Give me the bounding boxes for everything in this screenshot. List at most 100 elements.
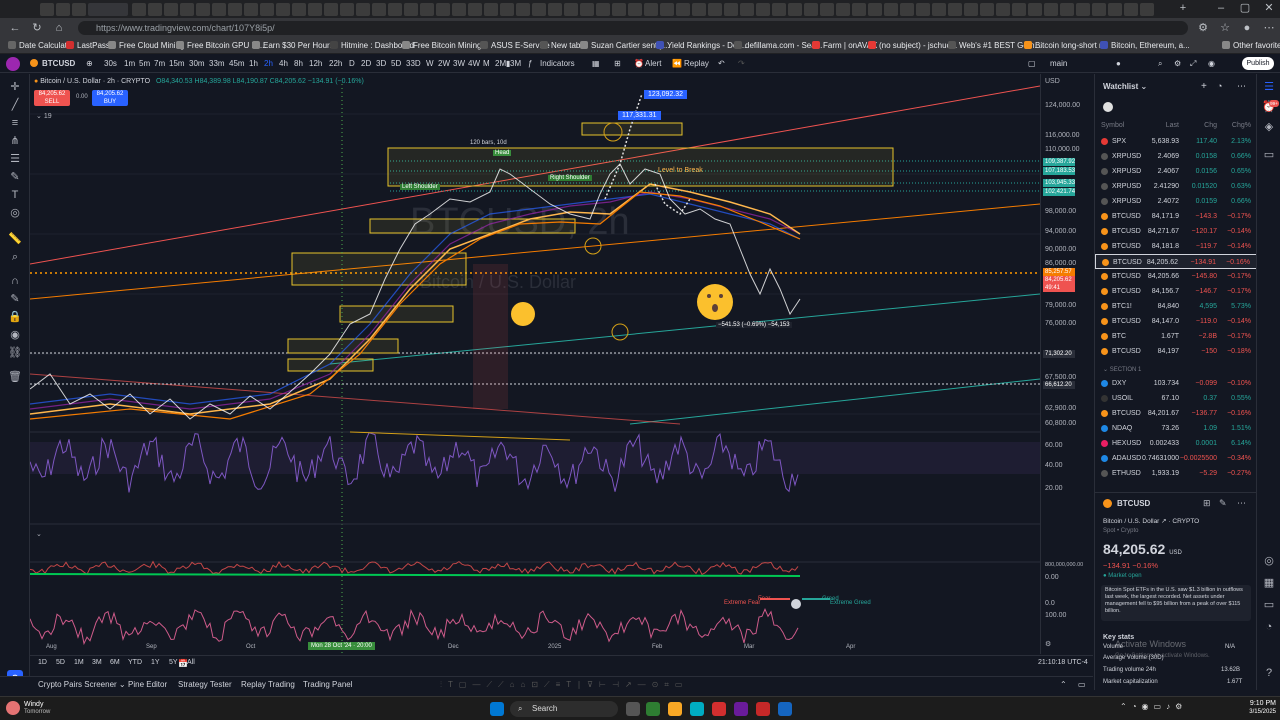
timeframe-4W[interactable]: 4W — [468, 58, 480, 70]
edge-icon[interactable] — [646, 702, 660, 716]
patterns-icon[interactable]: ◎ — [8, 206, 22, 220]
browser-tab[interactable] — [564, 3, 578, 16]
browser-tab[interactable] — [756, 3, 770, 16]
browser-tab[interactable] — [404, 3, 418, 16]
lock-drawing-icon[interactable]: ✎ — [8, 292, 22, 306]
magnet-icon[interactable]: ∩ — [8, 274, 22, 288]
col-symbol[interactable]: Symbol — [1101, 118, 1124, 133]
watchlist-section[interactable]: ⌄ SECTION 1 — [1103, 366, 1141, 373]
timeframe-5m[interactable]: 5m — [139, 58, 150, 70]
replay-button[interactable]: Replay — [684, 58, 709, 70]
trend-line-red-2[interactable] — [29, 373, 681, 425]
watchlist-row[interactable]: XRPUSD 2.4072 0.0159 0.66% — [1095, 194, 1257, 209]
zone-box[interactable] — [581, 122, 683, 136]
browser-tab[interactable] — [708, 3, 722, 16]
timeframe-2M[interactable]: 2M — [495, 58, 506, 70]
price-chart-svg[interactable]: BTCUSD, 2h Bitcoin / U.S. Dollar — [29, 74, 1041, 654]
browser-tab[interactable] — [724, 3, 738, 16]
timeframe-3D[interactable]: 3D — [376, 58, 386, 70]
start-icon[interactable] — [490, 702, 504, 716]
browser-tab[interactable] — [1044, 3, 1058, 16]
timeframe-7m[interactable]: 7m — [154, 58, 165, 70]
sell-button[interactable]: 84,205.62 SELL — [34, 90, 70, 106]
extensions-icon[interactable]: ⚙ — [1196, 21, 1210, 35]
zone-box[interactable] — [369, 218, 576, 234]
timeframe-1h[interactable]: 1h — [249, 58, 258, 70]
watchlist-row[interactable]: BTCUSD 84,271.67 −120.17 −0.14% — [1095, 224, 1257, 239]
app-icon[interactable] — [712, 702, 726, 716]
ideas-icon[interactable]: ◔ — [1262, 620, 1276, 634]
new-tab-icon[interactable]: + — [1176, 1, 1190, 15]
browser-tab[interactable] — [820, 3, 834, 16]
browser-menu-icon[interactable]: ⋯ — [1262, 21, 1276, 35]
range-all[interactable]: All — [187, 659, 195, 666]
browser-tab[interactable] — [164, 3, 178, 16]
taskbar-date[interactable]: 3/15/2025 — [1228, 709, 1276, 715]
browser-tab[interactable] — [372, 3, 386, 16]
tab-replay-trading[interactable]: Replay Trading — [241, 680, 295, 689]
browser-tab[interactable] — [132, 3, 146, 16]
browser-tab[interactable] — [772, 3, 786, 16]
browser-tab[interactable] — [1028, 3, 1042, 16]
watchlist-row[interactable]: USOIL 67.10 0.37 0.55% — [1095, 391, 1257, 406]
timeframe-4h[interactable]: 4h — [279, 58, 288, 70]
tab-pine-editor[interactable]: Pine Editor — [128, 680, 167, 689]
timeframe-2h[interactable]: 2h — [264, 58, 273, 70]
templates-icon[interactable]: ▦ — [592, 58, 600, 70]
browser-tab[interactable] — [500, 3, 514, 16]
url-field[interactable]: https://www.tradingview.com/chart/107Y8i… — [78, 21, 1188, 35]
browser-tab[interactable] — [884, 3, 898, 16]
fullscreen-icon[interactable]: ⤢ — [1190, 58, 1196, 70]
date-range-icon[interactable]: 📅 — [178, 659, 188, 668]
timeframe-2D[interactable]: 2D — [361, 58, 371, 70]
browser-tab[interactable] — [484, 3, 498, 16]
browser-tab[interactable] — [644, 3, 658, 16]
timeframe-2W[interactable]: 2W — [438, 58, 450, 70]
browser-tab[interactable] — [1012, 3, 1026, 16]
browser-tab[interactable] — [916, 3, 930, 16]
timeframe-30m[interactable]: 30m — [189, 58, 205, 70]
range-1m[interactable]: 1M — [74, 659, 84, 666]
timeframe-5D[interactable]: 5D — [391, 58, 401, 70]
user-avatar[interactable] — [6, 57, 20, 71]
zone-box[interactable] — [287, 358, 374, 372]
watchlist-row[interactable]: ADAUSD 0.74631000 −0.0025500 −0.34% — [1095, 451, 1257, 466]
browser-tab[interactable] — [452, 3, 466, 16]
bookmark-item[interactable]: Earn $30 Per Hour... — [252, 40, 336, 51]
lock-icon[interactable]: 🔒 — [8, 310, 22, 324]
browser-tab[interactable] — [276, 3, 290, 16]
taskbar-search[interactable]: ⌕ Search — [510, 701, 618, 717]
range-1y[interactable]: 1Y — [151, 659, 160, 666]
bookmark-item[interactable]: New tab — [540, 40, 580, 51]
search-icon[interactable]: ⌕ — [1158, 58, 1162, 70]
browser-tab[interactable] — [612, 3, 626, 16]
bookmark-item[interactable]: (no subject) - jschuc... — [868, 40, 957, 51]
layout-square-icon[interactable]: ▢ — [1028, 58, 1036, 70]
horizontal-lines-icon[interactable]: ≡ — [8, 116, 22, 130]
marker-circle[interactable] — [611, 323, 629, 341]
watchlist-row[interactable]: XRPUSD 2.4067 0.0156 0.65% — [1095, 164, 1257, 179]
watchlist-row[interactable]: DXY 103.734 −0.099 −0.10% — [1095, 376, 1257, 391]
col-chg-pct[interactable]: Chg% — [1232, 118, 1251, 133]
browser-tab[interactable] — [676, 3, 690, 16]
watchlist-row[interactable]: BTCUSD 84,171.9 −143.3 −0.17% — [1095, 209, 1257, 224]
profile-icon[interactable]: ● — [1240, 21, 1254, 35]
browser-tab[interactable] — [532, 3, 546, 16]
browser-tab[interactable] — [1140, 3, 1154, 16]
browser-tab[interactable] — [692, 3, 706, 16]
browser-icon[interactable] — [690, 702, 704, 716]
layout-name[interactable]: main — [1050, 58, 1067, 70]
layers-icon[interactable]: ◈ — [1262, 120, 1276, 134]
bookmark-item[interactable]: Bitcoin long-short r... — [1024, 40, 1108, 51]
browser-tab[interactable] — [1124, 3, 1138, 16]
chat-bubble-icon[interactable]: ▭ — [1262, 598, 1276, 612]
timeframe-30s[interactable]: 30s — [104, 58, 117, 70]
bookmark-item[interactable]: Date Calculator — [8, 40, 74, 51]
explorer-icon[interactable] — [668, 702, 682, 716]
zone-box[interactable] — [291, 252, 467, 286]
watchlist-flag-icon[interactable] — [1103, 102, 1113, 112]
drawing-quick-tools[interactable]: ⫶T▢—⟋⟋⌂⌂⊡⟋≡T∣⊽⊢⊣↗—⊙⌗▭ — [440, 680, 688, 690]
zone-box-top[interactable] — [387, 147, 894, 187]
browser-tab[interactable] — [1092, 3, 1106, 16]
news-card[interactable]: Bitcoin Spot ETFs in the U.S. saw $1.3 b… — [1101, 585, 1251, 621]
